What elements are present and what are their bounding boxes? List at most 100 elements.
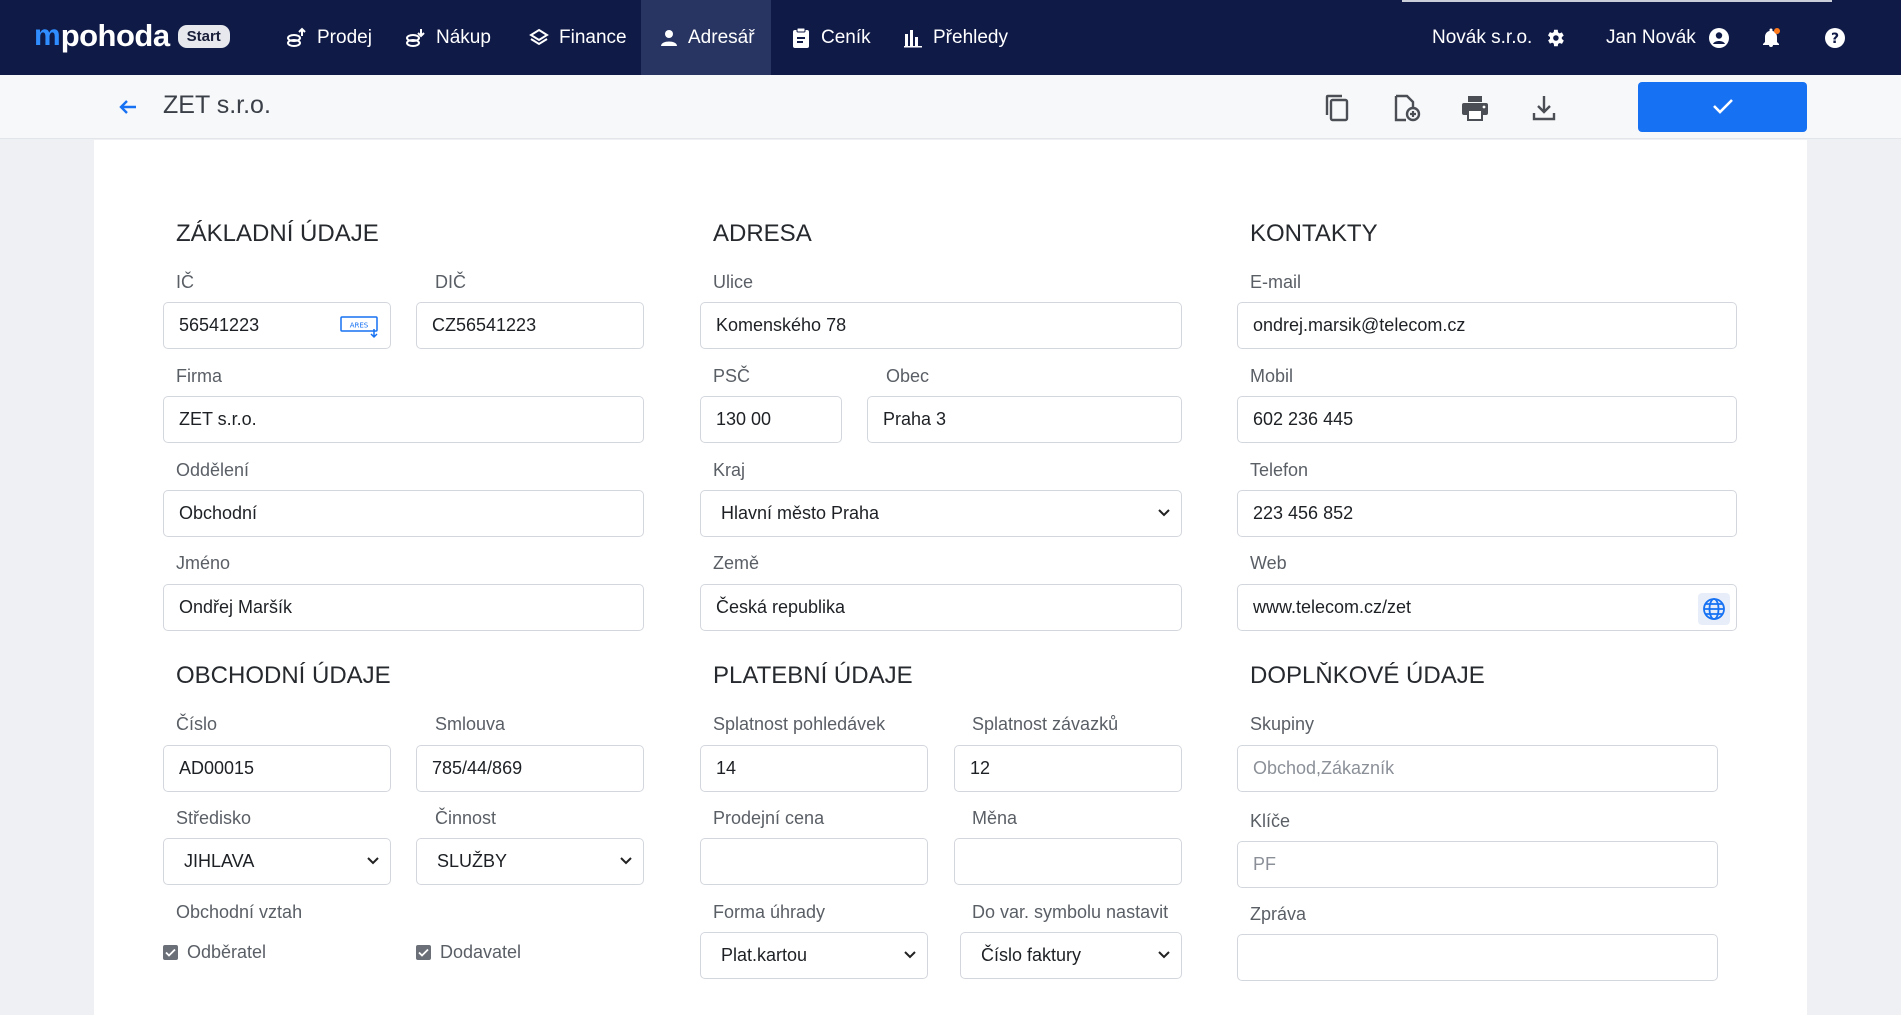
nav-item-label: Prodej bbox=[317, 26, 372, 48]
ulice-label: Ulice bbox=[713, 272, 754, 292]
nav-item-label: Adresář bbox=[688, 26, 755, 48]
obec-field[interactable]: Praha 3 bbox=[867, 396, 1182, 443]
ares-lookup-icon[interactable]: ARES bbox=[340, 315, 380, 339]
var-symbol-value: Číslo faktury bbox=[981, 945, 1082, 965]
var-symbol-select[interactable]: Číslo faktury bbox=[960, 932, 1182, 979]
skupiny-field[interactable]: Obchod,Zákazník bbox=[1237, 745, 1718, 792]
web-field[interactable]: www.telecom.cz/zet bbox=[1237, 584, 1737, 631]
email-field[interactable]: ondrej.marsik@telecom.cz bbox=[1237, 302, 1737, 349]
back-arrow-icon[interactable] bbox=[116, 95, 140, 119]
logo-mark: m bbox=[34, 19, 61, 52]
splatnost-pohledavek-label: Splatnost pohledávek bbox=[713, 714, 886, 734]
splatnost-zavazku-field[interactable]: 12 bbox=[954, 745, 1182, 792]
telefon-label: Telefon bbox=[1250, 460, 1309, 480]
dic-value: CZ56541223 bbox=[432, 315, 537, 335]
forma-uhrady-select[interactable]: Plat.kartou bbox=[700, 932, 928, 979]
ic-field[interactable]: 56541223 ARES bbox=[163, 302, 391, 349]
stredisko-value: JIHLAVA bbox=[184, 851, 255, 871]
save-confirm-button[interactable] bbox=[1638, 82, 1807, 132]
gear-icon[interactable] bbox=[1542, 25, 1568, 51]
nav-item-adresar[interactable]: Adresář bbox=[641, 0, 771, 75]
oddeleni-value: Obchodní bbox=[179, 503, 258, 523]
cislo-field[interactable]: AD00015 bbox=[163, 745, 391, 792]
stredisko-select[interactable]: JIHLAVA bbox=[163, 838, 391, 885]
zprava-field[interactable] bbox=[1237, 934, 1718, 981]
mena-field[interactable] bbox=[954, 838, 1182, 885]
smlouva-field[interactable]: 785/44/869 bbox=[416, 745, 644, 792]
email-value: ondrej.marsik@telecom.cz bbox=[1253, 315, 1466, 335]
section-title-business: OBCHODNÍ ÚDAJE bbox=[176, 662, 391, 689]
psc-value: 130 00 bbox=[716, 409, 772, 429]
section-title-address: ADRESA bbox=[713, 220, 812, 247]
nav-item-nakup[interactable]: Nákup bbox=[387, 0, 509, 75]
web-label: Web bbox=[1250, 553, 1287, 573]
mobil-value: 602 236 445 bbox=[1253, 409, 1354, 429]
kraj-select[interactable]: Hlavní město Praha bbox=[700, 490, 1182, 537]
section-title-contacts: KONTAKTY bbox=[1250, 220, 1378, 247]
ares-label: ARES bbox=[350, 322, 369, 330]
nav-item-label: Ceník bbox=[821, 26, 871, 48]
klice-field[interactable]: PF bbox=[1237, 841, 1718, 888]
ic-value: 56541223 bbox=[179, 315, 260, 335]
section-title-basic: ZÁKLADNÍ ÚDAJE bbox=[176, 220, 379, 247]
company-switch[interactable]: Novák s.r.o. bbox=[1432, 0, 1568, 75]
mobil-field[interactable]: 602 236 445 bbox=[1237, 396, 1737, 443]
jmeno-field[interactable]: Ondřej Maršík bbox=[163, 584, 644, 631]
nav-item-cenik[interactable]: Ceník bbox=[772, 0, 889, 75]
zeme-field[interactable]: Česká republika bbox=[700, 584, 1182, 631]
new-document-icon[interactable] bbox=[1390, 92, 1422, 124]
prodejni-cena-field[interactable] bbox=[700, 838, 928, 885]
address-form-card: ZÁKLADNÍ ÚDAJE IČ 56541223 ARES DIČ CZ56… bbox=[94, 140, 1807, 1015]
logo[interactable]: m pohoda Start bbox=[34, 18, 230, 54]
forma-uhrady-label: Forma úhrady bbox=[713, 902, 826, 922]
user-menu[interactable]: Jan Novák bbox=[1606, 0, 1732, 75]
clipboard-icon bbox=[790, 27, 812, 49]
cislo-value: AD00015 bbox=[179, 758, 255, 778]
nav-item-prehledy[interactable]: Přehledy bbox=[884, 0, 1026, 75]
telefon-value: 223 456 852 bbox=[1253, 503, 1354, 523]
dic-label: DIČ bbox=[435, 272, 466, 292]
chevron-down-icon bbox=[1157, 503, 1171, 524]
ulice-field[interactable]: Komenského 78 bbox=[700, 302, 1182, 349]
logo-word: pohoda bbox=[60, 18, 170, 53]
odberatel-checkbox[interactable]: Odběratel bbox=[163, 942, 266, 963]
zeme-label: Země bbox=[713, 553, 760, 573]
person-icon bbox=[659, 27, 679, 49]
obec-value: Praha 3 bbox=[883, 409, 947, 429]
nav-item-finance[interactable]: Finance bbox=[510, 0, 645, 75]
mena-label: Měna bbox=[972, 808, 1018, 828]
help-button[interactable]: ? bbox=[1822, 0, 1848, 75]
dodavatel-checkbox[interactable]: Dodavatel bbox=[416, 942, 521, 963]
psc-label: PSČ bbox=[713, 366, 751, 386]
chevron-down-icon bbox=[619, 851, 633, 872]
section-title-payment: PLATEBNÍ ÚDAJE bbox=[713, 662, 913, 689]
copy-icon[interactable] bbox=[1321, 92, 1353, 124]
kraj-value: Hlavní město Praha bbox=[721, 503, 880, 523]
oddeleni-label: Oddělení bbox=[176, 460, 250, 480]
jmeno-value: Ondřej Maršík bbox=[179, 597, 293, 617]
bell-icon bbox=[1758, 25, 1784, 51]
dic-field[interactable]: CZ56541223 bbox=[416, 302, 644, 349]
checkbox-checked-icon bbox=[163, 945, 178, 960]
download-icon[interactable] bbox=[1528, 92, 1560, 124]
company-name: Novák s.r.o. bbox=[1432, 26, 1533, 48]
notifications-button[interactable] bbox=[1758, 0, 1784, 75]
print-icon[interactable] bbox=[1459, 92, 1491, 124]
splatnost-pohledavek-field[interactable]: 14 bbox=[700, 745, 928, 792]
var-symbol-label: Do var. symbolu nastavit bbox=[972, 902, 1169, 922]
stredisko-label: Středisko bbox=[176, 808, 252, 828]
sales-icon bbox=[286, 27, 308, 49]
oddeleni-field[interactable]: Obchodní bbox=[163, 490, 644, 537]
psc-field[interactable]: 130 00 bbox=[700, 396, 842, 443]
cislo-label: Číslo bbox=[176, 714, 218, 734]
nav-item-prodej[interactable]: Prodej bbox=[268, 0, 390, 75]
telefon-field[interactable]: 223 456 852 bbox=[1237, 490, 1737, 537]
firma-field[interactable]: ZET s.r.o. bbox=[163, 396, 644, 443]
cinnost-label: Činnost bbox=[435, 808, 497, 828]
account-circle-icon bbox=[1706, 25, 1732, 51]
skupiny-label: Skupiny bbox=[1250, 714, 1315, 734]
cinnost-select[interactable]: SLUŽBY bbox=[416, 838, 644, 885]
mobil-label: Mobil bbox=[1250, 366, 1294, 386]
svg-text:?: ? bbox=[1831, 31, 1839, 47]
globe-icon[interactable] bbox=[1698, 593, 1730, 625]
